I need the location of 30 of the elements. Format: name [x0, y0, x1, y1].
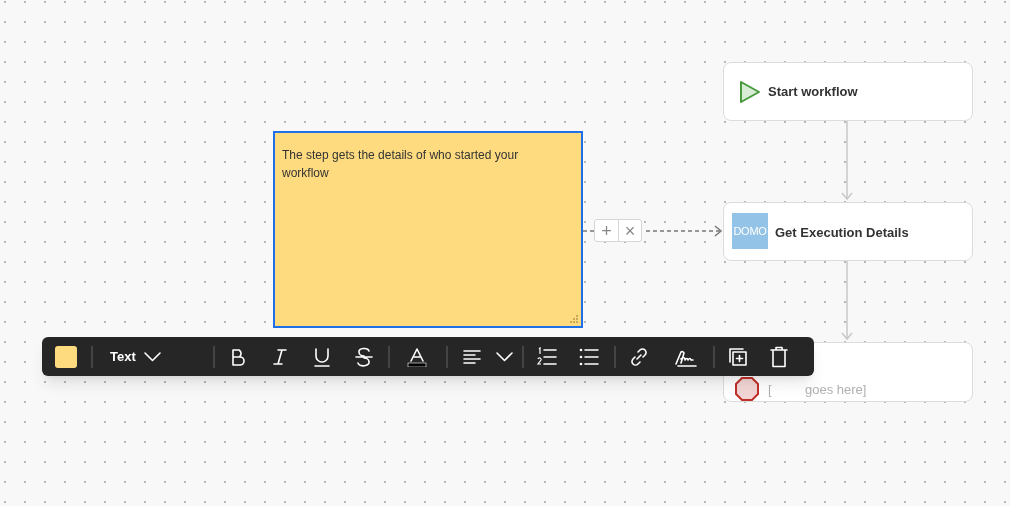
color-swatch[interactable]: [55, 345, 77, 368]
resize-handle-icon[interactable]: [570, 315, 579, 324]
bulleted-list-icon[interactable]: [578, 347, 599, 366]
strikethrough-icon[interactable]: [354, 346, 373, 367]
add-button[interactable]: +: [595, 220, 618, 241]
node-label: Start workflow: [768, 83, 858, 101]
bracket-text: [: [768, 381, 772, 399]
align-left-icon[interactable]: [462, 349, 481, 364]
dashed-connector: [582, 230, 595, 232]
trash-icon[interactable]: [769, 345, 788, 368]
workflow-node[interactable]: DOMO Get Execution Details: [723, 202, 973, 261]
numbered-list-icon[interactable]: [536, 346, 557, 367]
workflow-node[interactable]: Start workflow: [723, 62, 973, 121]
octagon-icon: [735, 377, 759, 401]
bold-icon[interactable]: [229, 347, 246, 366]
chevron-down-icon: [143, 351, 161, 362]
remove-button[interactable]: ×: [618, 220, 641, 241]
play-icon: [739, 80, 761, 104]
text-style-dropdown[interactable]: Text: [110, 346, 161, 367]
sticky-note[interactable]: The step gets the details of who started your workflow: [273, 131, 583, 328]
duplicate-icon[interactable]: [727, 346, 748, 367]
chevron-down-icon[interactable]: [495, 351, 513, 362]
underline-icon[interactable]: [312, 346, 331, 367]
text-color-icon[interactable]: [406, 346, 427, 367]
node-label: Get Execution Details: [775, 224, 909, 242]
logo-icon: DOMO: [732, 213, 768, 249]
note-text: The step gets the details of who started your workflow: [282, 147, 520, 182]
link-icon[interactable]: [628, 346, 649, 367]
italic-icon[interactable]: [272, 347, 287, 366]
node-placeholder: goes here]: [805, 381, 867, 399]
